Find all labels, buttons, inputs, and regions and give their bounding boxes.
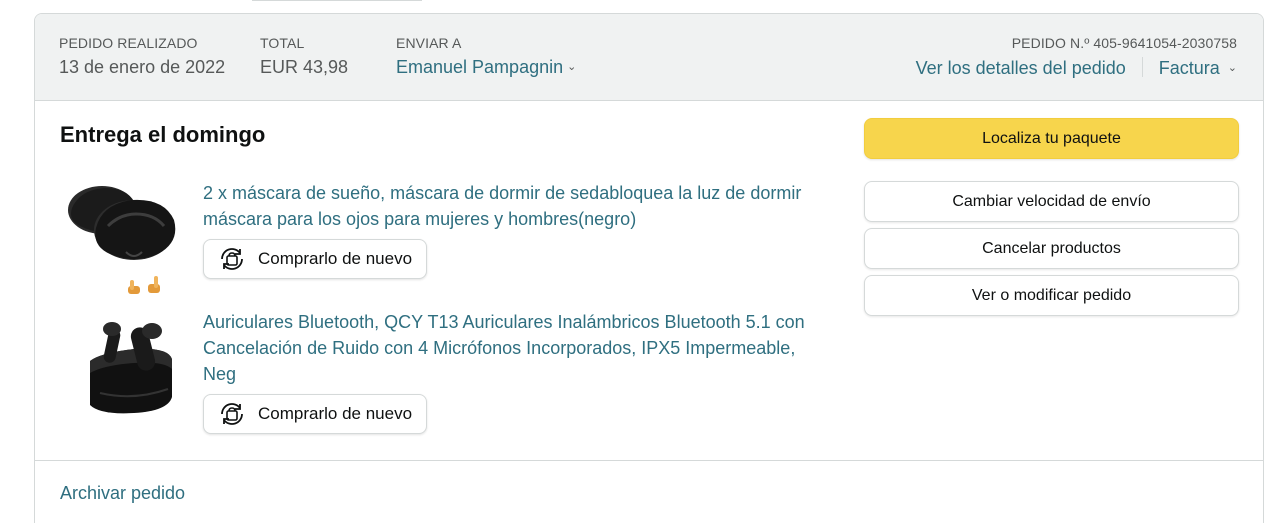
order-number-column: PEDIDO N.º 405-9641054-2030758 Ver los d… (916, 35, 1237, 79)
buy-again-button[interactable]: Comprarlo de nuevo (203, 394, 428, 434)
item-info: Auriculares Bluetooth, QCY T13 Auricular… (203, 309, 823, 435)
total-column: TOTAL EUR 43,98 (260, 35, 348, 78)
total-value: EUR 43,98 (260, 57, 349, 77)
chevron-down-icon: ⌄ (1227, 62, 1237, 74)
item-title-link[interactable]: 2 x máscara de sueño, máscara de dormir … (203, 180, 823, 232)
view-modify-order-button[interactable]: Ver o modificar pedido (864, 275, 1239, 316)
total-label: TOTAL (260, 35, 305, 51)
ship-to-name: Emanuel Pampagnin (396, 57, 564, 77)
buy-again-button[interactable]: Comprarlo de nuevo (203, 239, 428, 279)
ship-to-dropdown[interactable]: Emanuel Pampagnin ⌄ (396, 57, 576, 78)
order-header: PEDIDO REALIZADO 13 de enero de 2022 TOT… (35, 14, 1263, 101)
divider (1141, 57, 1143, 77)
sleep-mask-product-icon[interactable] (60, 180, 190, 300)
ship-to-label: ENVIAR A (396, 35, 462, 51)
order-card: PEDIDO REALIZADO 13 de enero de 2022 TOT… (34, 13, 1264, 523)
rebuy-icon (221, 403, 243, 425)
order-placed-column: PEDIDO REALIZADO 13 de enero de 2022 (59, 35, 225, 78)
item-title-link[interactable]: Auriculares Bluetooth, QCY T13 Auricular… (203, 309, 823, 387)
buy-again-label: Comprarlo de nuevo (258, 249, 413, 268)
chevron-down-icon: ⌄ (567, 61, 577, 73)
invoice-label: Factura (1158, 58, 1220, 78)
order-actions: Localiza tu paquete Cambiar velocidad de… (864, 118, 1239, 316)
earbuds-product-icon[interactable] (60, 309, 190, 429)
change-shipping-speed-button[interactable]: Cambiar velocidad de envío (864, 181, 1239, 222)
order-placed-label: PEDIDO REALIZADO (59, 35, 198, 51)
invoice-dropdown[interactable]: Factura ⌄ (1159, 58, 1237, 78)
order-footer: Archivar pedido (35, 460, 1263, 523)
archive-order-link[interactable]: Archivar pedido (60, 483, 185, 504)
rebuy-icon (221, 248, 243, 270)
buy-again-label: Comprarlo de nuevo (258, 404, 413, 423)
delivery-status-title: Entrega el domingo (60, 122, 266, 147)
track-package-button[interactable]: Localiza tu paquete (864, 118, 1239, 159)
top-tab-edge (252, 0, 422, 1)
order-placed-value: 13 de enero de 2022 (59, 57, 226, 77)
item-info: 2 x máscara de sueño, máscara de dormir … (203, 180, 823, 280)
order-details-link[interactable]: Ver los detalles del pedido (916, 58, 1126, 78)
order-number: PEDIDO N.º 405-9641054-2030758 (1011, 35, 1237, 51)
order-links: Ver los detalles del pedido Factura ⌄ (916, 57, 1237, 79)
ship-to-column: ENVIAR A Emanuel Pampagnin ⌄ (396, 35, 576, 78)
cancel-items-button[interactable]: Cancelar productos (864, 228, 1239, 269)
